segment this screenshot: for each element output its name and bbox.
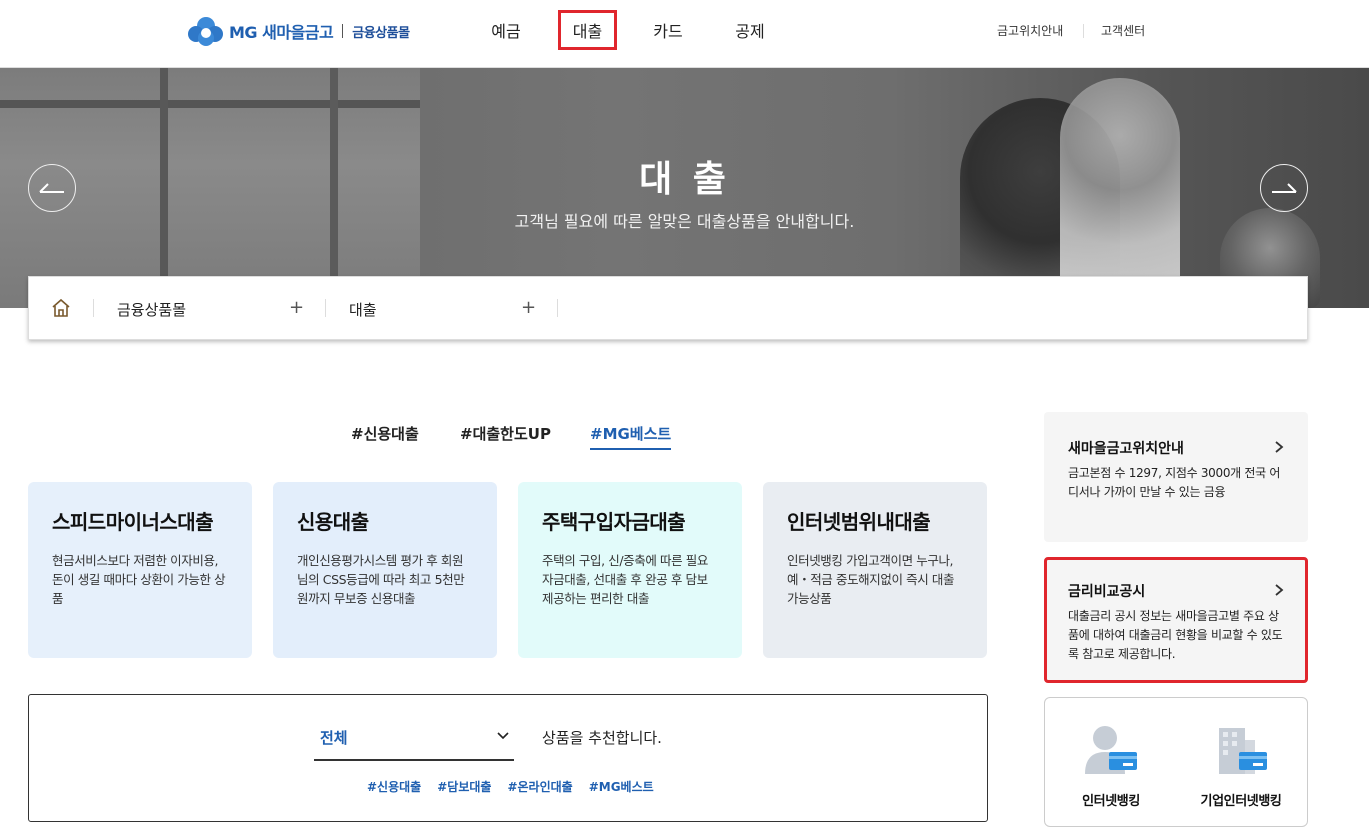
breadcrumb-divider xyxy=(325,299,326,317)
product-card[interactable]: 인터넷범위내대출 인터넷뱅킹 가입고객이면 누구나, 예・적금 중도해지없이 즉… xyxy=(763,482,987,658)
recommend-text: 상품을 추천합니다. xyxy=(542,729,662,747)
chevron-right-icon xyxy=(1275,441,1284,453)
arrow-right-icon xyxy=(1272,183,1297,193)
cloud-logo-icon xyxy=(187,14,225,48)
arrow-left-icon xyxy=(39,183,64,193)
rate-disclosure-title: 금리비교공시 xyxy=(1068,584,1146,600)
corporate-banking-label: 기업인터넷뱅킹 xyxy=(1200,794,1282,809)
plus-icon[interactable]: + xyxy=(521,297,536,318)
corporate-banking-button[interactable]: 기업인터넷뱅킹 xyxy=(1181,722,1301,809)
util-branch-location[interactable]: 금고위치안내 xyxy=(997,22,1063,39)
hero-prev-button[interactable] xyxy=(28,164,76,212)
rate-disclosure-box[interactable]: 금리비교공시 대출금리 공시 정보는 새마을금고별 주요 상품에 대하여 대출금… xyxy=(1044,557,1308,683)
breadcrumb: 금융상품몰 + 대출 + xyxy=(28,276,1308,340)
hero-title: 대 출 xyxy=(639,159,730,200)
product-card-desc: 주택의 구입, 신/증축에 따른 필요자금대출, 선대출 후 완공 후 담보제공… xyxy=(542,553,708,606)
util-divider xyxy=(1083,24,1084,38)
tag-secured-loan[interactable]: #담보대출 xyxy=(437,778,491,795)
home-icon[interactable] xyxy=(51,298,71,318)
product-card-desc: 인터넷뱅킹 가입고객이면 누구나, 예・적금 중도해지없이 즉시 대출가능상품 xyxy=(787,553,955,606)
tab-mg-best[interactable]: #MG베스트 xyxy=(590,423,672,450)
internet-banking-button[interactable]: 인터넷뱅킹 xyxy=(1051,722,1171,809)
mg-logo[interactable]: MG 새마을금고 금융상품몰 xyxy=(187,14,410,48)
logo-brand-text: MG 새마을금고 xyxy=(229,23,334,42)
hero-subtitle: 고객님 필요에 따른 알맞은 대출상품을 안내합니다. xyxy=(514,212,855,231)
tag-mg-best[interactable]: #MG베스트 xyxy=(589,778,654,795)
branch-location-desc: 금고본점 수 1297, 지점수 3000개 전국 어디서나 가까이 만날 수 … xyxy=(1068,466,1281,499)
util-customer-center[interactable]: 고객센터 xyxy=(1101,22,1145,39)
nav-card[interactable]: 카드 xyxy=(644,10,692,50)
tag-online-loan[interactable]: #온라인대출 xyxy=(507,778,572,795)
chevron-down-icon xyxy=(497,732,509,740)
nav-insurance[interactable]: 공제 xyxy=(726,10,774,50)
product-card-title: 인터넷범위내대출 xyxy=(787,510,931,534)
recommend-box: 전체 상품을 추천합니다. #신용대출 #담보대출 #온라인대출 #MG베스트 xyxy=(28,694,988,822)
rate-disclosure-desc: 대출금리 공시 정보는 새마을금고별 주요 상품에 대하여 대출금리 현황을 비… xyxy=(1068,609,1283,661)
breadcrumb-divider xyxy=(93,299,94,317)
product-card-title: 신용대출 xyxy=(297,510,369,534)
logo-divider xyxy=(342,24,344,38)
hero-next-button[interactable] xyxy=(1260,164,1308,212)
category-select[interactable]: 전체 xyxy=(314,715,514,761)
internet-banking-label: 인터넷뱅킹 xyxy=(1082,794,1140,809)
product-card-title: 스피드마이너스대출 xyxy=(52,510,214,534)
breadcrumb-level1[interactable]: 금융상품몰 xyxy=(117,299,186,320)
recommend-tags: #신용대출 #담보대출 #온라인대출 #MG베스트 xyxy=(367,778,654,795)
product-card[interactable]: 신용대출 개인신용평가시스템 평가 후 회원님의 CSS등급에 따라 최고 5천… xyxy=(273,482,497,658)
hero-decoration xyxy=(0,100,420,108)
logo-sub-text: 금융상품몰 xyxy=(352,25,410,41)
branch-location-title: 새마을금고위치안내 xyxy=(1068,441,1184,457)
product-card[interactable]: 스피드마이너스대출 현금서비스보다 저렴한 이자비용, 돈이 생길 때마다 상환… xyxy=(28,482,252,658)
plus-icon[interactable]: + xyxy=(289,297,304,318)
branch-location-box[interactable]: 새마을금고위치안내 금고본점 수 1297, 지점수 3000개 전국 어디서나… xyxy=(1044,412,1308,542)
hero-banner: 대 출 고객님 필요에 따른 알맞은 대출상품을 안내합니다. xyxy=(0,68,1369,308)
tab-limit-up[interactable]: #대출한도UP xyxy=(460,423,551,444)
chevron-right-icon xyxy=(1275,584,1284,596)
category-select-value: 전체 xyxy=(320,729,348,747)
person-card-icon xyxy=(1081,722,1141,778)
tag-credit-loan[interactable]: #신용대출 xyxy=(367,778,421,795)
tab-credit-loan[interactable]: #신용대출 xyxy=(351,423,419,444)
nav-deposit[interactable]: 예금 xyxy=(482,10,530,50)
breadcrumb-level2[interactable]: 대출 xyxy=(349,299,377,320)
product-card[interactable]: 주택구입자금대출 주택의 구입, 신/증축에 따른 필요자금대출, 선대출 후 … xyxy=(518,482,742,658)
nav-loan[interactable]: 대출 xyxy=(558,10,617,50)
breadcrumb-divider xyxy=(557,299,558,317)
header: MG 새마을금고 금융상품몰 예금 대출 카드 공제 금고위치안내 고객센터 xyxy=(0,0,1369,68)
product-card-desc: 현금서비스보다 저렴한 이자비용, 돈이 생길 때마다 상환이 가능한 상품 xyxy=(52,553,226,606)
product-card-desc: 개인신용평가시스템 평가 후 회원님의 CSS등급에 따라 최고 5천만원까지 … xyxy=(297,553,465,606)
building-card-icon xyxy=(1211,722,1271,778)
banking-box: 인터넷뱅킹 기업인터넷뱅킹 xyxy=(1044,697,1308,827)
product-card-title: 주택구입자금대출 xyxy=(542,510,686,534)
